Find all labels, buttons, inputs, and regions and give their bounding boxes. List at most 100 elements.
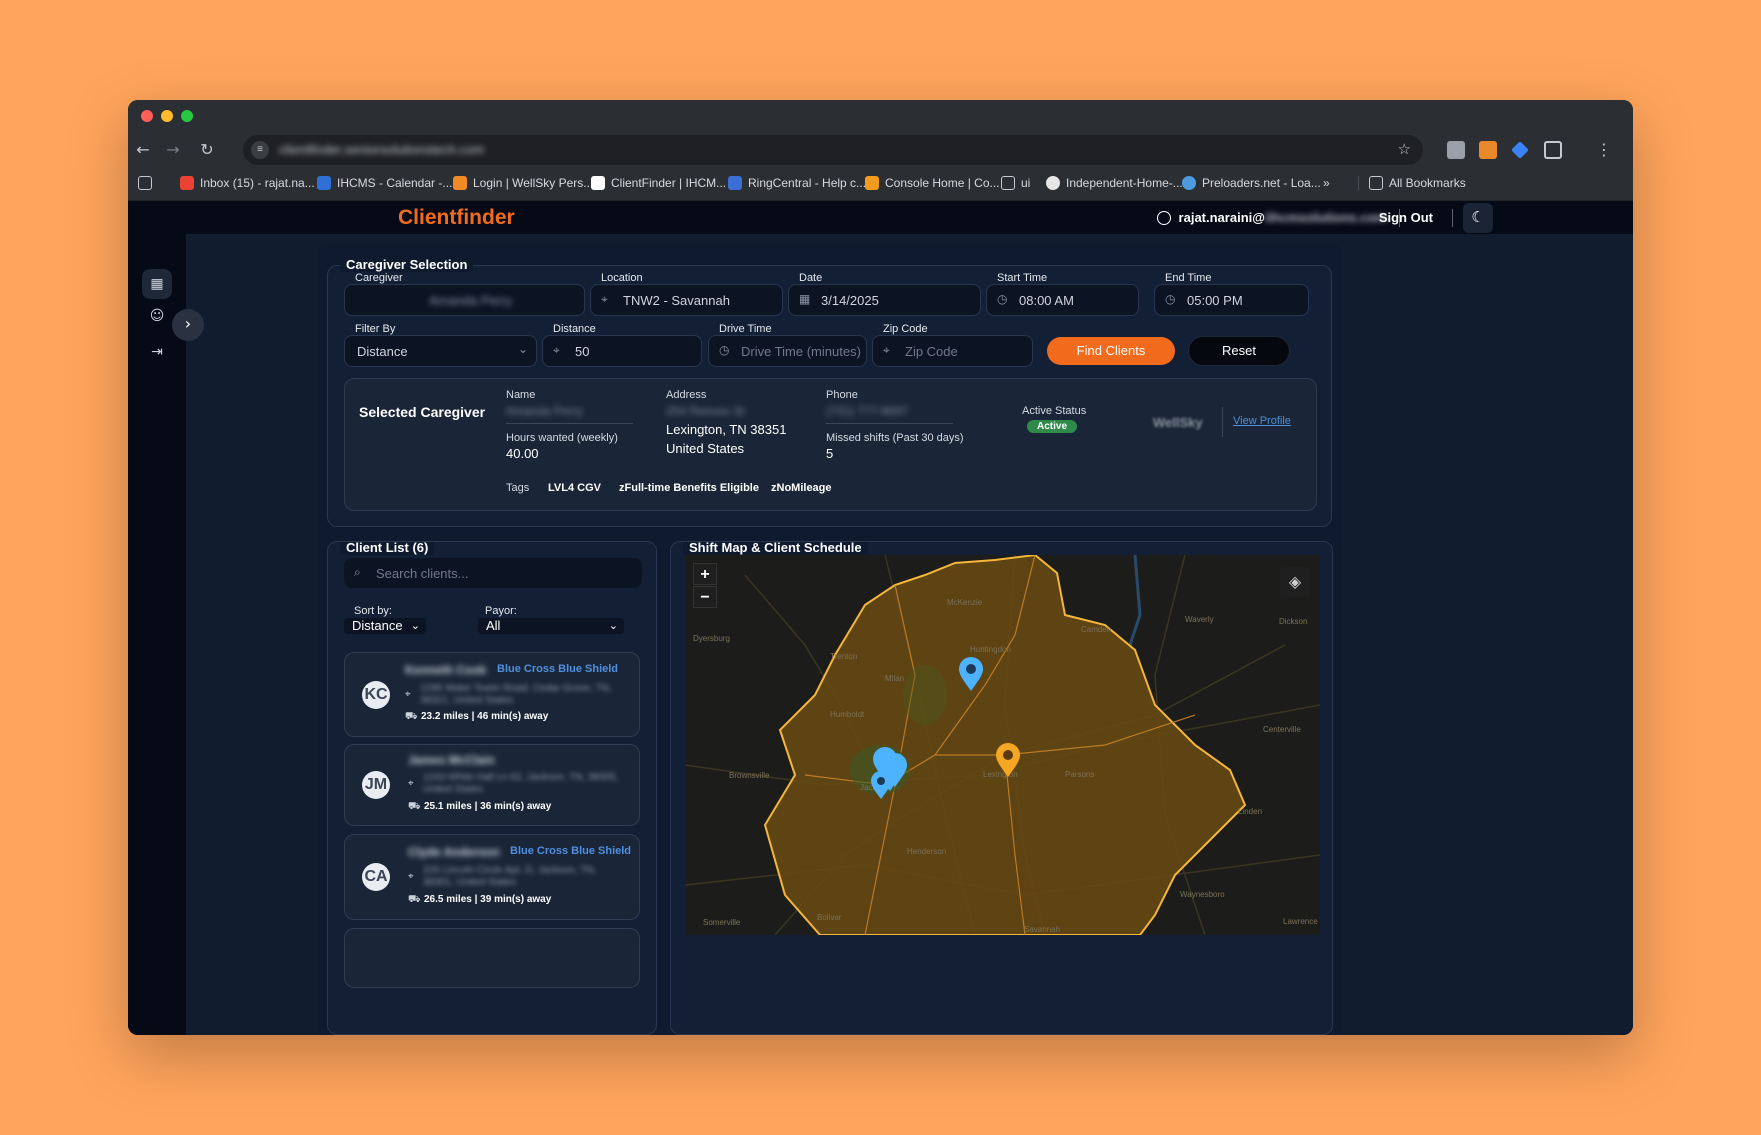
- selected-caregiver-title: Selected Caregiver: [359, 404, 486, 420]
- send-extension-icon[interactable]: [1511, 141, 1529, 159]
- avatar: KC: [362, 681, 390, 709]
- wellsky-logo: WellSky: [1153, 415, 1203, 430]
- caregiver-country: United States: [666, 441, 745, 456]
- reload-icon[interactable]: ↻: [194, 137, 220, 163]
- user-email: rajat.naraini@: [1178, 210, 1265, 225]
- folder-icon: [1001, 176, 1015, 190]
- drive-time-field[interactable]: Drive Time ◷ Drive Time (minutes): [708, 323, 867, 367]
- location-field[interactable]: Location ⌖ TNW2 - Savannah: [590, 272, 783, 316]
- calendar-icon: ▦: [799, 292, 811, 306]
- clientfinder-icon: [591, 176, 605, 190]
- bookmark-item[interactable]: Independent-Home-...: [1046, 176, 1183, 190]
- brand-title: Clientfinder: [398, 206, 515, 229]
- bookmarks-overflow[interactable]: »: [1323, 176, 1330, 190]
- reset-button[interactable]: Reset: [1188, 336, 1290, 366]
- end-time-field[interactable]: End Time ◷ 05:00 PM: [1154, 272, 1309, 316]
- view-profile-link[interactable]: View Profile: [1233, 415, 1291, 427]
- title-bar: [128, 100, 1633, 132]
- client-card[interactable]: [344, 928, 640, 988]
- caregiver-select[interactable]: Caregiver Amanda Perry: [344, 272, 585, 316]
- payor-label: Blue Cross Blue Shield: [497, 663, 619, 675]
- extension-icon[interactable]: [1447, 141, 1465, 159]
- wellsky-icon: [453, 176, 467, 190]
- section-title: Shift Map & Client Schedule: [683, 542, 868, 555]
- status-badge: Active: [1027, 420, 1078, 433]
- zip-code-field[interactable]: Zip Code ⌖ Zip Code: [872, 323, 1033, 367]
- bookmark-item[interactable]: Console Home | Co...: [865, 176, 1000, 190]
- menu-kebab-icon[interactable]: ⋮: [1591, 137, 1617, 163]
- ringcentral-icon: [728, 176, 742, 190]
- close-window-button[interactable]: [141, 110, 153, 122]
- tag-chip: LVL4 CGV: [548, 482, 601, 494]
- selected-caregiver-card: Selected Caregiver Name Amanda Perry Hou…: [344, 378, 1317, 511]
- map-pin-icon: ⌖: [883, 343, 890, 357]
- chevron-down-icon: ⌄: [410, 619, 420, 632]
- start-time-field[interactable]: Start Time ◷ 08:00 AM: [986, 272, 1139, 316]
- sidebar-expand-chevron-icon[interactable]: ›: [172, 309, 204, 341]
- caregiver-name: Amanda Perry: [506, 404, 583, 418]
- shift-map[interactable]: McKenzie Waverly Dickson Camden Huntingd…: [685, 555, 1320, 935]
- client-name: James McClain: [408, 753, 495, 767]
- bookmark-item[interactable]: ClientFinder | IHCM...: [591, 176, 726, 190]
- client-card[interactable]: KC Kenneth Cook Blue Cross Blue Shield ⌖…: [344, 652, 640, 737]
- bookmark-star-icon[interactable]: ☆: [1398, 140, 1411, 158]
- client-name: Kenneth Cook: [405, 663, 487, 677]
- date-field[interactable]: Date ▦ 3/14/2025: [788, 272, 981, 316]
- divider: [1452, 209, 1453, 227]
- all-bookmarks[interactable]: All Bookmarks: [1358, 176, 1466, 190]
- extensions-puzzle-icon[interactable]: [1544, 141, 1562, 159]
- moon-icon[interactable]: ☾: [1463, 203, 1493, 233]
- minimize-window-button[interactable]: [161, 110, 173, 122]
- missed-shifts: 5: [826, 446, 834, 461]
- address-bar[interactable]: ≡ clientfinder.seniorsolutionstech.com ☆: [243, 135, 1423, 165]
- github-icon: [1046, 176, 1060, 190]
- clock-icon: ◷: [719, 343, 730, 357]
- payor-label: Blue Cross Blue Shield: [510, 845, 632, 857]
- filter-by-select[interactable]: Filter By Distance ⌄: [344, 323, 537, 367]
- console-icon: [865, 176, 879, 190]
- find-clients-button[interactable]: Find Clients: [1047, 337, 1175, 365]
- user-email-domain: iihcmsolutions.com: [1264, 210, 1387, 225]
- caregiver-value: Amanda Perry: [429, 293, 513, 308]
- map-markers: [871, 657, 1020, 799]
- caregiver-phone: (731) 777-8697: [826, 404, 909, 418]
- zoom-in-button[interactable]: +: [693, 563, 717, 585]
- maximize-window-button[interactable]: [181, 110, 193, 122]
- site-info-icon[interactable]: ≡: [251, 141, 269, 159]
- client-address: 1243 White Hall Ln 62, Jackson, TN, 3830…: [423, 772, 619, 795]
- tag-chip: zNoMileage: [771, 482, 832, 494]
- forward-icon[interactable]: →: [160, 137, 186, 163]
- client-search-input[interactable]: ⌕ Search clients...: [344, 558, 642, 588]
- distance-field[interactable]: Distance ⌖ 50: [542, 323, 702, 367]
- bookmark-item[interactable]: Login | WellSky Pers...: [453, 176, 593, 190]
- hours-wanted: 40.00: [506, 446, 539, 461]
- calendar-icon: [317, 176, 331, 190]
- layers-icon[interactable]: ◈: [1280, 567, 1310, 597]
- payor-select[interactable]: All ⌄: [478, 618, 624, 634]
- client-card[interactable]: CA Clyde Anderson Blue Cross Blue Shield…: [344, 834, 640, 920]
- bookmark-folder[interactable]: ui: [1001, 176, 1030, 190]
- caregiver-street: 254 Reeves St: [666, 404, 745, 418]
- bookmark-item[interactable]: RingCentral - Help c...: [728, 176, 866, 190]
- bookmark-item[interactable]: Inbox (15) - rajat.na...: [180, 176, 315, 190]
- logout-icon[interactable]: ⇥: [142, 337, 172, 367]
- map-pin-icon: ⌖: [601, 292, 608, 306]
- client-card[interactable]: JM James McClain ⌖ 1243 White Hall Ln 62…: [344, 744, 640, 826]
- map-pin-icon: ⌖: [408, 778, 414, 789]
- user-circle-icon: [1156, 210, 1171, 225]
- bookmark-item[interactable]: IHCMS - Calendar -...: [317, 176, 452, 190]
- apps-grid-icon[interactable]: [138, 176, 152, 190]
- bookmark-item[interactable]: Preloaders.net - Loa...: [1182, 176, 1321, 190]
- extension-icon[interactable]: [1479, 141, 1497, 159]
- back-icon[interactable]: ←: [130, 137, 156, 163]
- browser-window: ← → ↻ ≡ clientfinder.seniorsolutionstech…: [128, 100, 1633, 1035]
- user-icon[interactable]: ☺: [142, 301, 172, 331]
- user-account[interactable]: rajat.naraini@iihcmsolutions.com: [1156, 210, 1387, 225]
- sign-out-button[interactable]: Sign Out: [1379, 210, 1433, 225]
- zoom-out-button[interactable]: −: [693, 586, 717, 608]
- sort-by-select[interactable]: Distance ⌄: [344, 618, 426, 634]
- dashboard-grid-icon[interactable]: ▦: [142, 269, 172, 299]
- bookmarks-bar: Inbox (15) - rajat.na... IHCMS - Calenda…: [128, 168, 1633, 201]
- url-text: clientfinder.seniorsolutionstech.com: [279, 142, 485, 157]
- chevron-down-icon: ⌄: [517, 342, 528, 356]
